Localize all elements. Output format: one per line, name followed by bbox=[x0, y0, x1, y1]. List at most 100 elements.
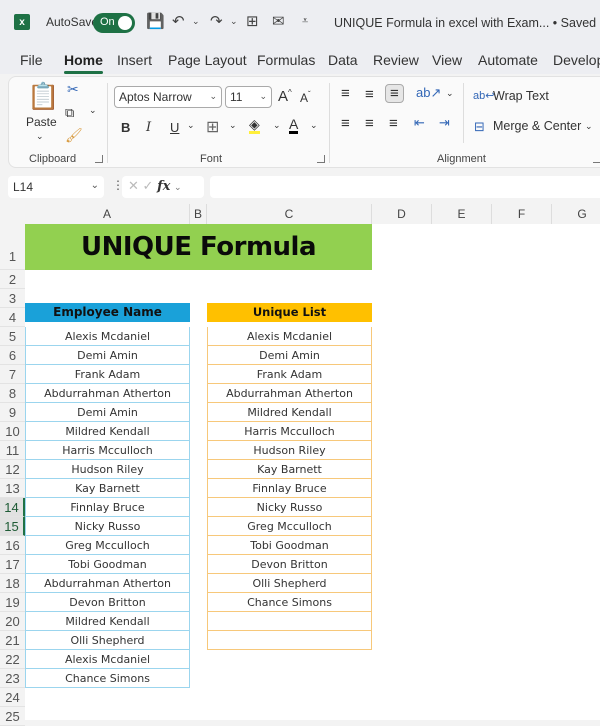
font-size-select[interactable]: 11 ⌄ bbox=[225, 86, 272, 108]
unique-cell[interactable]: Hudson Riley bbox=[207, 441, 372, 460]
undo-icon[interactable]: ↶ bbox=[172, 12, 185, 30]
bold-button[interactable]: B bbox=[121, 120, 130, 135]
name-box[interactable]: L14 ⌄ bbox=[8, 176, 104, 198]
redo-icon[interactable]: ↷ bbox=[210, 12, 223, 30]
employee-cell[interactable]: Chance Simons bbox=[25, 669, 190, 688]
italic-button[interactable]: I bbox=[146, 120, 151, 135]
fill-color-dropdown-icon[interactable]: ⌄ bbox=[273, 120, 281, 131]
chevron-down-icon[interactable]: ⌄ bbox=[174, 182, 182, 192]
unique-cell[interactable]: Finnlay Bruce bbox=[207, 479, 372, 498]
underline-dropdown-icon[interactable]: ⌄ bbox=[187, 120, 195, 131]
column-header-b[interactable]: B bbox=[190, 204, 207, 224]
unique-cell[interactable]: Harris Mcculloch bbox=[207, 422, 372, 441]
tab-automate[interactable]: Automate bbox=[478, 52, 538, 68]
employee-cell[interactable]: Demi Amin bbox=[25, 346, 190, 365]
row-header[interactable]: 24 bbox=[0, 688, 25, 707]
increase-font-size-icon[interactable]: A^ bbox=[278, 88, 292, 105]
row-header[interactable]: 10 bbox=[0, 422, 25, 441]
alignment-launcher-icon[interactable] bbox=[593, 155, 600, 163]
row-header[interactable]: 17 bbox=[0, 555, 25, 574]
borders-dropdown-icon[interactable]: ⌄ bbox=[229, 120, 237, 131]
employee-cell[interactable]: Harris Mcculloch bbox=[25, 441, 190, 460]
row-header[interactable]: 12 bbox=[0, 460, 25, 479]
unique-cell[interactable]: Tobi Goodman bbox=[207, 536, 372, 555]
tab-file[interactable]: File bbox=[20, 52, 43, 68]
column-header-g[interactable]: G bbox=[552, 204, 600, 224]
increase-indent-icon[interactable]: ⇥ bbox=[439, 115, 450, 131]
tab-page-layout[interactable]: Page Layout bbox=[168, 52, 247, 68]
unique-cell[interactable]: Olli Shepherd bbox=[207, 574, 372, 593]
cut-icon[interactable]: ✂ bbox=[67, 81, 79, 98]
undo-dropdown-icon[interactable]: ⌄ bbox=[192, 16, 200, 27]
decrease-indent-icon[interactable]: ⇤ bbox=[414, 115, 425, 131]
font-color-dropdown-icon[interactable]: ⌄ bbox=[310, 120, 318, 131]
underline-button[interactable]: U bbox=[170, 120, 179, 135]
bottom-align-icon[interactable]: ≡ bbox=[385, 84, 404, 103]
wrap-text-button[interactable]: Wrap Text bbox=[493, 89, 549, 103]
unique-cell[interactable]: Chance Simons bbox=[207, 593, 372, 612]
paste-dropdown-icon[interactable]: ⌄ bbox=[36, 131, 44, 142]
redo-dropdown-icon[interactable]: ⌄ bbox=[230, 16, 238, 27]
tab-formulas[interactable]: Formulas bbox=[257, 52, 315, 68]
employee-cell[interactable]: Mildred Kendall bbox=[25, 422, 190, 441]
row-header[interactable]: 15 bbox=[0, 517, 25, 536]
employee-cell[interactable]: Mildred Kendall bbox=[25, 612, 190, 631]
align-left-icon[interactable]: ≡ bbox=[341, 115, 350, 132]
row-header[interactable]: 7 bbox=[0, 365, 25, 384]
employee-cell[interactable]: Abdurrahman Atherton bbox=[25, 384, 190, 403]
enter-icon[interactable]: ✓ bbox=[143, 178, 154, 193]
format-painter-icon[interactable]: 🖌 bbox=[65, 127, 83, 144]
employee-cell[interactable]: Demi Amin bbox=[25, 403, 190, 422]
row-header[interactable]: 6 bbox=[0, 346, 25, 365]
column-header-f[interactable]: F bbox=[492, 204, 552, 224]
row-header[interactable]: 18 bbox=[0, 574, 25, 593]
orientation-icon[interactable]: ab↗ bbox=[416, 85, 441, 101]
employee-cell[interactable]: Tobi Goodman bbox=[25, 555, 190, 574]
row-header[interactable]: 4 bbox=[0, 308, 25, 327]
row-header[interactable]: 16 bbox=[0, 536, 25, 555]
unique-cell[interactable]: Devon Britton bbox=[207, 555, 372, 574]
employee-cell[interactable]: Nicky Russo bbox=[25, 517, 190, 536]
row-header[interactable]: 11 bbox=[0, 441, 25, 460]
row-header[interactable]: 9 bbox=[0, 403, 25, 422]
employee-cell[interactable]: Frank Adam bbox=[25, 365, 190, 384]
employee-cell[interactable]: Kay Barnett bbox=[25, 479, 190, 498]
row-header[interactable]: 1 bbox=[0, 224, 25, 270]
employee-name-header[interactable]: Employee Name bbox=[25, 303, 190, 322]
row-header[interactable]: 2 bbox=[0, 270, 25, 289]
font-color-icon[interactable]: A bbox=[289, 117, 299, 134]
tab-home[interactable]: Home bbox=[64, 52, 103, 74]
column-header-e[interactable]: E bbox=[432, 204, 492, 224]
employee-cell[interactable]: Olli Shepherd bbox=[25, 631, 190, 650]
tab-insert[interactable]: Insert bbox=[117, 52, 152, 68]
tab-view[interactable]: View bbox=[432, 52, 462, 68]
row-header[interactable]: 5 bbox=[0, 327, 25, 346]
paste-button[interactable]: Paste bbox=[26, 115, 57, 129]
copy-dropdown-icon[interactable]: ⌄ bbox=[89, 105, 97, 116]
font-launcher-icon[interactable] bbox=[317, 155, 325, 163]
column-header-d[interactable]: D bbox=[372, 204, 432, 224]
formula-input[interactable] bbox=[210, 176, 600, 198]
employee-cell[interactable]: Finnlay Bruce bbox=[25, 498, 190, 517]
row-header[interactable]: 13 bbox=[0, 479, 25, 498]
row-header[interactable]: 20 bbox=[0, 612, 25, 631]
align-right-icon[interactable]: ≡ bbox=[389, 115, 398, 132]
column-header-c[interactable]: C bbox=[207, 204, 372, 224]
insert-function-button[interactable]: fx bbox=[157, 179, 170, 194]
select-all-corner[interactable] bbox=[0, 204, 25, 224]
unique-list-header[interactable]: Unique List bbox=[207, 303, 372, 322]
row-header[interactable]: 22 bbox=[0, 650, 25, 669]
employee-cell[interactable]: Alexis Mcdaniel bbox=[25, 327, 190, 346]
customize-qat-icon[interactable]: ⩡ bbox=[302, 15, 308, 28]
cancel-icon[interactable]: ✕ bbox=[128, 178, 139, 193]
tab-data[interactable]: Data bbox=[328, 52, 358, 68]
employee-cell[interactable]: Devon Britton bbox=[25, 593, 190, 612]
row-header[interactable]: 25 bbox=[0, 707, 25, 726]
row-header[interactable]: 8 bbox=[0, 384, 25, 403]
unique-cell[interactable] bbox=[207, 612, 372, 631]
borders-icon[interactable]: ⊞ bbox=[206, 117, 219, 137]
merge-dropdown-icon[interactable]: ⌄ bbox=[585, 121, 593, 132]
tab-developer[interactable]: Develop bbox=[553, 52, 600, 68]
unique-cell[interactable]: Greg Mcculloch bbox=[207, 517, 372, 536]
employee-cell[interactable]: Greg Mcculloch bbox=[25, 536, 190, 555]
